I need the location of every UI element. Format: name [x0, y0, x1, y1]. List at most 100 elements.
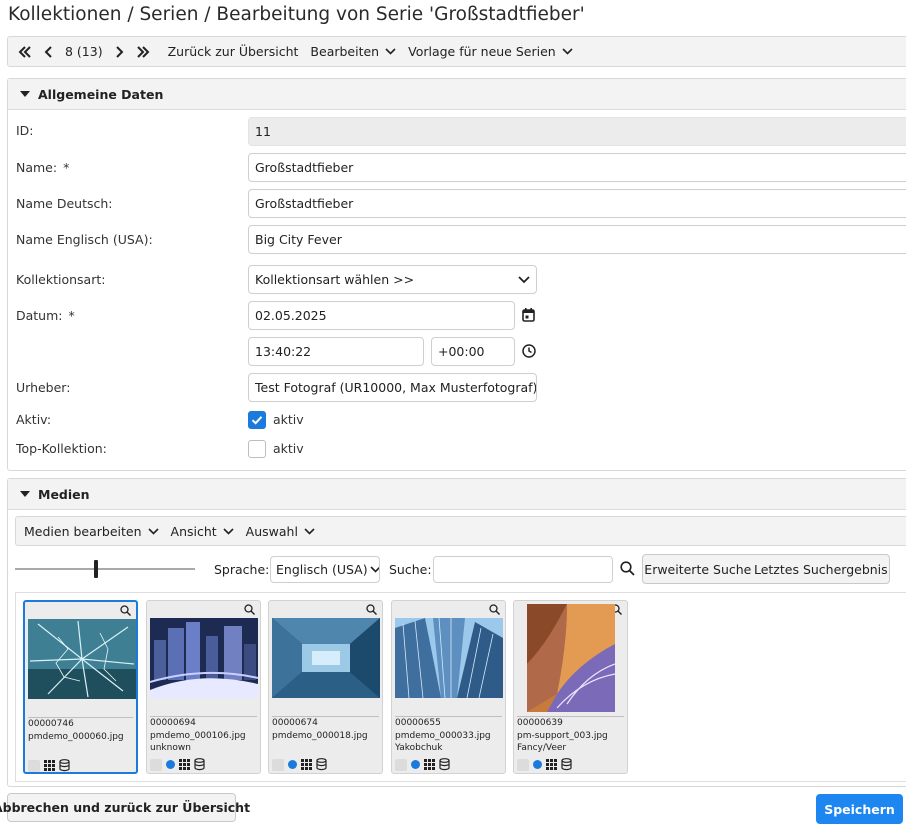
media-header[interactable]: Medien	[8, 479, 906, 510]
chevron-down-icon	[562, 48, 573, 55]
search-input[interactable]	[433, 556, 613, 583]
grid-icon[interactable]	[546, 759, 557, 770]
checkmark-icon	[251, 416, 263, 425]
media-toolbar: Medien bearbeiten Ansicht Auswahl	[15, 516, 906, 546]
author-value: Test Fotograf (UR10000, Max Musterfotogr…	[255, 380, 537, 395]
first-record-button[interactable]	[8, 37, 38, 66]
caret-down-icon	[20, 490, 30, 497]
double-chevron-right-icon	[136, 45, 150, 58]
media-card[interactable]: 00000694 pmdemo_000106.jpg unknown	[146, 600, 261, 774]
author-select[interactable]: Test Fotograf (UR10000, Max Musterfotogr…	[248, 373, 537, 402]
slider-track	[15, 568, 195, 570]
previous-record-button[interactable]	[38, 37, 59, 66]
active-checkbox-label: aktiv	[273, 412, 304, 427]
slider-handle[interactable]	[94, 560, 98, 578]
general-data-title: Allgemeine Daten	[38, 86, 164, 102]
back-to-overview-label: Zurück zur Übersicht	[167, 44, 299, 59]
media-card[interactable]: 00000674 pmdemo_000018.jpg	[268, 600, 383, 774]
media-thumbnail	[527, 604, 615, 712]
top-collection-checkbox[interactable]	[248, 440, 266, 458]
id-field: 11	[248, 117, 906, 146]
media-filename: pmdemo_000106.jpg	[150, 731, 246, 741]
select-checkbox[interactable]	[272, 758, 284, 771]
media-filename: pmdemo_000018.jpg	[272, 731, 368, 741]
collection-kind-label: Kollektionsart:	[16, 272, 106, 287]
time-input[interactable]: 13:40:22	[248, 337, 424, 366]
clock-icon[interactable]	[522, 344, 536, 358]
view-label: Ansicht	[170, 523, 217, 539]
date-input[interactable]: 02.05.2025	[248, 301, 515, 330]
database-icon[interactable]	[316, 758, 327, 771]
general-data-header[interactable]: Allgemeine Daten	[8, 79, 906, 110]
media-thumbnail	[272, 618, 380, 698]
active-checkbox[interactable]	[248, 411, 266, 429]
card-divider	[150, 716, 257, 717]
calendar-icon[interactable]	[522, 308, 535, 322]
name-input[interactable]: Großstadtfieber	[248, 153, 906, 182]
record-toolbar: 8 (13) Zurück zur Übersicht Bearbeiten V…	[7, 36, 906, 67]
required-marker: *	[68, 308, 75, 323]
edit-menu-button[interactable]: Bearbeiten	[304, 37, 402, 66]
grid-icon[interactable]	[301, 759, 312, 770]
language-value: Englisch (USA)	[276, 562, 368, 577]
zoom-icon[interactable]	[366, 604, 377, 615]
select-checkbox[interactable]	[28, 759, 40, 772]
collection-kind-select[interactable]: Kollektionsart wählen >>	[248, 265, 537, 294]
back-to-overview-link[interactable]: Zurück zur Übersicht	[156, 37, 305, 66]
select-checkbox[interactable]	[150, 758, 162, 771]
media-card[interactable]: 00000655 pmdemo_000033.jpg Yakobchuk	[391, 600, 506, 774]
database-icon[interactable]	[439, 758, 450, 771]
edit-media-menu[interactable]: Medien bearbeiten	[16, 517, 165, 545]
edit-media-label: Medien bearbeiten	[24, 523, 142, 539]
chevron-down-icon	[518, 275, 530, 283]
last-record-button[interactable]	[130, 37, 156, 66]
search-label: Suche:	[389, 562, 432, 577]
card-divider	[28, 717, 133, 718]
name-label: Name: *	[16, 160, 69, 175]
grid-icon[interactable]	[424, 759, 435, 770]
select-checkbox[interactable]	[517, 758, 529, 771]
language-select[interactable]: Englisch (USA)	[270, 556, 380, 583]
zoom-icon[interactable]	[244, 604, 255, 615]
media-author: Fancy/Veer	[517, 743, 567, 753]
media-number: 00000639	[517, 718, 563, 728]
date-label: Datum: *	[16, 308, 75, 323]
media-number: 00000694	[150, 718, 196, 728]
thumbnail-size-slider[interactable]	[15, 560, 195, 578]
advanced-search-button[interactable]: Erweiterte Suche	[644, 562, 751, 577]
database-icon[interactable]	[561, 758, 572, 771]
status-dot-icon	[166, 760, 175, 769]
search-icon[interactable]	[620, 561, 635, 576]
media-card[interactable]: 00000639 pm-support_003.jpg Fancy/Veer	[513, 600, 628, 774]
media-thumbnail	[395, 618, 503, 698]
zoom-icon[interactable]	[120, 605, 131, 616]
view-menu[interactable]: Ansicht	[165, 517, 240, 545]
edit-menu-label: Bearbeiten	[310, 44, 380, 59]
grid-icon[interactable]	[44, 760, 55, 771]
save-button[interactable]: Speichern	[816, 794, 903, 824]
select-checkbox[interactable]	[395, 758, 407, 771]
database-icon[interactable]	[194, 758, 205, 771]
caret-down-icon	[20, 90, 30, 97]
timezone-input[interactable]: +00:00	[431, 337, 515, 366]
card-divider	[272, 716, 379, 717]
author-label: Urheber:	[16, 380, 71, 395]
top-collection-checkbox-label: aktiv	[273, 441, 304, 456]
media-number: 00000655	[395, 718, 441, 728]
name-de-input[interactable]: Großstadtfieber	[248, 189, 906, 218]
database-icon[interactable]	[59, 759, 70, 772]
active-label: Aktiv:	[16, 412, 52, 427]
name-en-input[interactable]: Big City Fever	[248, 225, 906, 254]
card-divider	[395, 716, 502, 717]
cancel-button[interactable]: Abbrechen und zurück zur Übersicht	[0, 793, 250, 822]
template-menu-button[interactable]: Vorlage für neue Serien	[402, 37, 579, 66]
last-search-result-button[interactable]: Letztes Suchergebnis	[754, 562, 888, 577]
media-thumbnail	[150, 618, 258, 698]
grid-icon[interactable]	[179, 759, 190, 770]
selection-menu[interactable]: Auswahl	[240, 517, 321, 545]
media-card[interactable]: 00000746 pmdemo_000060.jpg	[23, 600, 138, 774]
selection-label: Auswahl	[245, 523, 298, 539]
next-record-button[interactable]	[109, 37, 130, 66]
zoom-icon[interactable]	[489, 604, 500, 615]
pager-position: 8 (13)	[65, 44, 103, 59]
